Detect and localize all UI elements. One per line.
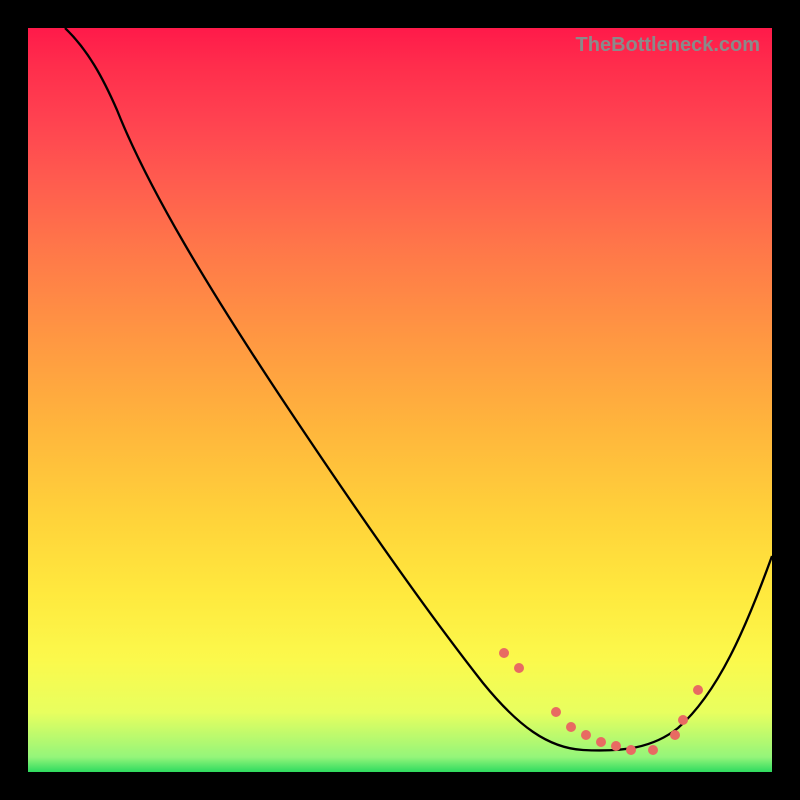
plot-area: TheBottleneck.com <box>28 28 772 772</box>
marker-dot <box>514 663 524 673</box>
marker-dot <box>693 685 703 695</box>
marker-dot <box>670 730 680 740</box>
marker-dot <box>678 715 688 725</box>
marker-dot <box>611 741 621 751</box>
marker-dot <box>566 722 576 732</box>
marker-dot <box>499 648 509 658</box>
marker-dot <box>596 737 606 747</box>
marker-group <box>499 648 703 755</box>
marker-dot <box>648 745 658 755</box>
marker-dot <box>626 745 636 755</box>
marker-dot <box>581 730 591 740</box>
curve-layer <box>28 28 772 772</box>
marker-dot <box>551 707 561 717</box>
chart-frame: TheBottleneck.com <box>0 0 800 800</box>
bottleneck-curve <box>65 28 772 750</box>
